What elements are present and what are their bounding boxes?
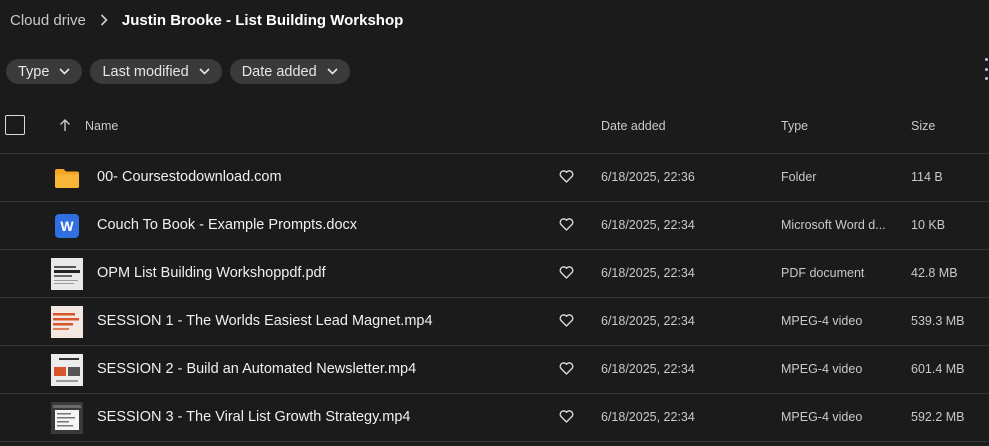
file-name[interactable]: SESSION 3 - The Viral List Growth Strate… xyxy=(97,409,411,425)
filter-date-added-label: Date added xyxy=(241,63,317,80)
filter-last-modified-button[interactable]: Last modified xyxy=(90,59,222,84)
file-date-added: 6/18/2025, 22:34 xyxy=(601,314,695,328)
filter-last-modified-label: Last modified xyxy=(102,63,189,80)
file-date-added: 6/18/2025, 22:34 xyxy=(601,266,695,280)
video-thumbnail xyxy=(51,306,83,338)
column-header-type[interactable]: Type xyxy=(781,119,808,133)
file-name[interactable]: SESSION 1 - The Worlds Easiest Lead Magn… xyxy=(97,313,433,329)
file-type: Microsoft Word d... xyxy=(781,218,886,232)
table-header: Name Date added Type Size xyxy=(0,108,989,154)
file-type: MPEG-4 video xyxy=(781,410,863,424)
table-row[interactable]: 00- Coursestodownload.com 6/18/2025, 22:… xyxy=(0,154,989,202)
select-all-checkbox[interactable] xyxy=(5,115,25,135)
filter-bar: Type Last modified Date added xyxy=(6,59,350,84)
file-type: MPEG-4 video xyxy=(781,362,863,376)
heart-icon[interactable] xyxy=(559,410,574,428)
heart-icon[interactable] xyxy=(559,362,574,380)
table-row[interactable]: SESSION 2 - Build an Automated Newslette… xyxy=(0,346,989,394)
filter-type-button[interactable]: Type xyxy=(6,59,83,84)
file-date-added: 6/18/2025, 22:34 xyxy=(601,362,695,376)
file-size: 601.4 MB xyxy=(911,362,965,376)
folder-icon xyxy=(51,162,83,194)
file-date-added: 6/18/2025, 22:36 xyxy=(601,170,695,184)
heart-icon[interactable] xyxy=(559,170,574,188)
heart-icon[interactable] xyxy=(559,266,574,284)
file-type: PDF document xyxy=(781,266,865,280)
sort-ascending-icon[interactable] xyxy=(58,118,72,137)
column-header-size[interactable]: Size xyxy=(911,119,935,133)
file-size: 539.3 MB xyxy=(911,314,965,328)
file-size: 10 KB xyxy=(911,218,946,232)
pdf-thumbnail xyxy=(51,258,83,290)
file-name[interactable]: 00- Coursestodownload.com xyxy=(97,169,282,185)
file-name[interactable]: Couch To Book - Example Prompts.docx xyxy=(97,217,357,233)
more-options-icon[interactable] xyxy=(985,58,989,80)
file-type: MPEG-4 video xyxy=(781,314,863,328)
file-type: Folder xyxy=(781,170,817,184)
chevron-down-icon xyxy=(327,68,338,75)
chevron-down-icon xyxy=(59,68,71,75)
file-size: 42.8 MB xyxy=(911,266,958,280)
file-size: 592.2 MB xyxy=(911,410,965,424)
filter-type-label: Type xyxy=(18,63,50,80)
filter-date-added-button[interactable]: Date added xyxy=(229,59,350,84)
column-header-name[interactable]: Name xyxy=(85,119,118,133)
file-date-added: 6/18/2025, 22:34 xyxy=(601,410,695,424)
file-name[interactable]: SESSION 2 - Build an Automated Newslette… xyxy=(97,361,416,377)
file-date-added: 6/18/2025, 22:34 xyxy=(601,218,695,232)
chevron-down-icon xyxy=(199,68,210,75)
video-thumbnail xyxy=(51,354,83,386)
video-thumbnail xyxy=(51,402,83,434)
file-size: 114 B xyxy=(911,170,943,184)
word-doc-icon: W xyxy=(51,210,83,242)
file-list: 00- Coursestodownload.com 6/18/2025, 22:… xyxy=(0,154,989,442)
table-row[interactable]: W Couch To Book - Example Prompts.docx 6… xyxy=(0,202,989,250)
column-header-date-added[interactable]: Date added xyxy=(601,119,666,133)
chevron-right-icon xyxy=(100,14,108,26)
table-row[interactable]: SESSION 1 - The Worlds Easiest Lead Magn… xyxy=(0,298,989,346)
file-name[interactable]: OPM List Building Workshoppdf.pdf xyxy=(97,265,326,281)
breadcrumb-current-folder: Justin Brooke - List Building Workshop xyxy=(121,11,404,29)
breadcrumb-cloud-drive[interactable]: Cloud drive xyxy=(10,12,86,29)
heart-icon[interactable] xyxy=(559,218,574,236)
table-row[interactable]: OPM List Building Workshoppdf.pdf 6/18/2… xyxy=(0,250,989,298)
table-row[interactable]: SESSION 3 - The Viral List Growth Strate… xyxy=(0,394,989,442)
word-icon-letter: W xyxy=(55,214,79,238)
breadcrumb: Cloud drive Justin Brooke - List Buildin… xyxy=(10,10,403,30)
heart-icon[interactable] xyxy=(559,314,574,332)
